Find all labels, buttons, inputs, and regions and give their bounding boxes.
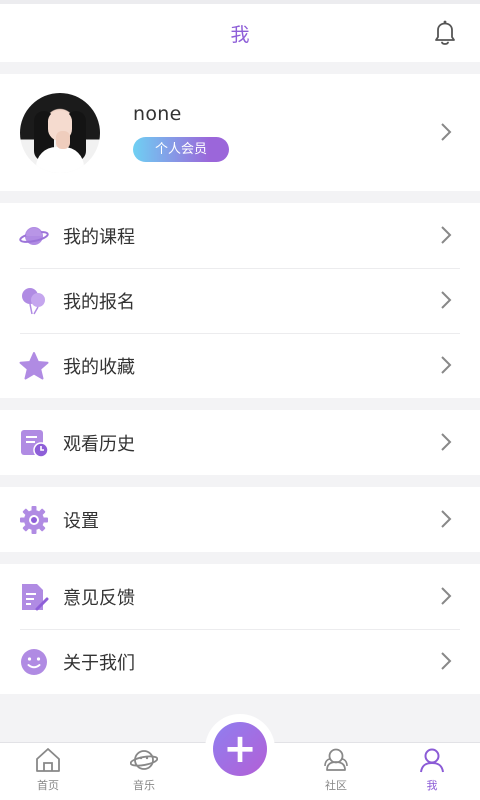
profile-icon [420,748,444,773]
menu-item-my-favorites[interactable]: 我的收藏 [0,333,480,398]
menu-item-my-registrations[interactable]: 我的报名 [0,268,480,333]
menu-item-settings[interactable]: 设置 [0,487,480,552]
plus-icon: + [223,726,257,772]
home-icon [36,748,60,772]
balloons-icon [22,287,45,314]
page-title: 我 [230,23,250,46]
member-badge: 个人会员 [133,137,230,162]
planet-icon [19,226,49,245]
username: none [133,103,182,125]
profile-card[interactable]: none 个人会员 [0,74,480,191]
chevron-right-icon [441,356,452,374]
menu-group-support: 意见反馈 关于我们 [0,564,480,694]
menu-item-label: 我的课程 [63,226,135,248]
tab-label: 音乐 [133,779,155,792]
star-icon [19,351,49,379]
avatar[interactable] [20,92,100,173]
tab-me[interactable]: 我 [384,743,480,800]
menu-item-label: 设置 [63,510,99,532]
menu-item-feedback[interactable]: 意见反馈 [0,564,480,629]
bell-icon[interactable] [432,19,458,47]
community-icon [324,748,348,771]
bottom-tab-bar: 首页 音乐 + 社区 我 [0,714,480,800]
tab-home[interactable]: 首页 [0,743,96,800]
menu-item-label: 关于我们 [63,652,135,674]
music-planet-icon [130,750,158,770]
menu-item-label: 观看历史 [63,433,135,455]
top-bar: 我 [0,4,480,62]
tab-label: 我 [426,779,438,792]
menu-group-primary: 我的课程 我的报名 我的收藏 [0,203,480,398]
menu-group-settings: 设置 [0,487,480,552]
menu-group-history: 观看历史 [0,410,480,475]
menu-item-label: 我的收藏 [63,356,135,378]
chevron-right-icon [441,123,452,141]
menu-item-about-us[interactable]: 关于我们 [0,629,480,694]
history-icon [21,429,49,458]
tab-add[interactable]: + [192,714,288,800]
add-button[interactable]: + [213,722,267,776]
smiley-icon [21,648,47,675]
tab-label: 社区 [325,779,347,792]
feedback-icon [22,583,49,610]
add-button-holder: + [205,714,275,784]
chevron-right-icon [441,510,452,528]
chevron-right-icon [441,291,452,309]
tab-community[interactable]: 社区 [288,743,384,800]
tab-music[interactable]: 音乐 [96,743,192,800]
tab-label: 首页 [37,779,59,792]
chevron-right-icon [441,652,452,670]
menu-item-label: 意见反馈 [63,587,135,609]
chevron-right-icon [441,433,452,451]
menu-item-my-courses[interactable]: 我的课程 [0,203,480,268]
menu-item-watch-history[interactable]: 观看历史 [0,410,480,475]
menu-item-label: 我的报名 [63,291,135,313]
gear-icon [20,505,48,534]
chevron-right-icon [441,587,452,605]
chevron-right-icon [441,226,452,244]
